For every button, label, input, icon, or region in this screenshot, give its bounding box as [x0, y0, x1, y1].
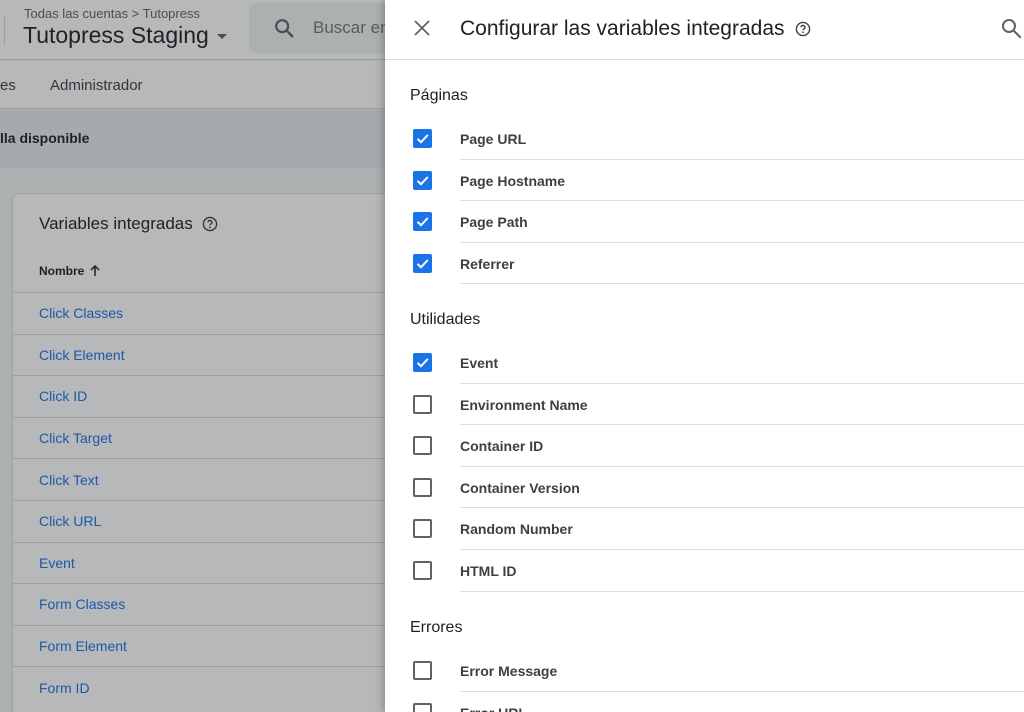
checkbox-unchecked[interactable]: [413, 477, 432, 497]
variable-checkbox-row[interactable]: Error Message: [385, 650, 1024, 692]
checkbox-unchecked[interactable]: [413, 702, 432, 712]
divider: [460, 590, 1024, 592]
variable-checkbox-label: Container ID: [460, 438, 544, 455]
divider: [460, 283, 1024, 285]
variable-checkbox-row[interactable]: Error URL: [385, 692, 1024, 712]
variable-checkbox-row[interactable]: Page URL: [385, 118, 1024, 160]
variable-checkbox-row[interactable]: Random Number: [385, 508, 1024, 551]
search-icon[interactable]: [999, 16, 1023, 40]
variable-checkbox-label: Environment Name: [460, 396, 588, 413]
section-utilities-title: Utilidades: [410, 311, 481, 328]
checkbox-unchecked[interactable]: [413, 436, 432, 456]
variable-checkbox-row[interactable]: Event: [385, 342, 1024, 384]
variable-checkbox-row[interactable]: Environment Name: [385, 384, 1024, 426]
check-icon: [416, 259, 429, 269]
variable-checkbox-label: Referrer: [460, 255, 515, 272]
checkbox-checked[interactable]: [413, 212, 432, 232]
variable-checkbox-label: Error URL: [460, 705, 527, 712]
section-pages-title: Páginas: [410, 87, 468, 104]
panel-title: Configurar las variables integradas: [460, 17, 811, 41]
check-icon: [416, 358, 429, 368]
configure-variables-panel: Configurar las variables integradas Pági…: [385, 0, 1024, 712]
check-icon: [416, 175, 429, 186]
check-icon: [416, 134, 429, 144]
variable-checkbox-row[interactable]: Page Path: [385, 201, 1024, 243]
close-icon[interactable]: [410, 16, 434, 40]
checkbox-checked[interactable]: [413, 353, 432, 372]
variable-checkbox-label: Event: [460, 355, 499, 371]
variable-checkbox-label: Page URL: [460, 131, 527, 147]
checkbox-checked[interactable]: [413, 253, 432, 273]
variable-checkbox-label: Error Message: [460, 663, 558, 679]
checkbox-unchecked[interactable]: [413, 561, 432, 580]
panel-header: Configurar las variables integradas: [385, 0, 1024, 60]
checkbox-unchecked[interactable]: [413, 394, 432, 414]
panel-title-text: Configurar las variables integradas: [460, 17, 785, 40]
variable-checkbox-row[interactable]: Container Version: [385, 467, 1024, 509]
variable-checkbox-label: Page Path: [460, 214, 528, 231]
checkbox-checked[interactable]: [413, 129, 432, 148]
checkbox-unchecked[interactable]: [413, 519, 432, 539]
section-errors-title: Errores: [410, 619, 463, 636]
variable-checkbox-label: Page Hostname: [460, 172, 566, 189]
check-icon: [416, 217, 429, 227]
variable-checkbox-row[interactable]: HTML ID: [385, 550, 1024, 592]
help-icon[interactable]: [795, 21, 811, 37]
variable-checkbox-label: Random Number: [460, 521, 573, 538]
variable-checkbox-label: HTML ID: [460, 563, 517, 579]
variable-checkbox-label: Container Version: [460, 479, 580, 496]
variable-checkbox-row[interactable]: Container ID: [385, 425, 1024, 467]
checkbox-unchecked[interactable]: [413, 661, 432, 680]
variable-checkbox-row[interactable]: Referrer: [385, 243, 1024, 285]
variable-checkbox-row[interactable]: Page Hostname: [385, 160, 1024, 202]
checkbox-checked[interactable]: [413, 170, 432, 190]
